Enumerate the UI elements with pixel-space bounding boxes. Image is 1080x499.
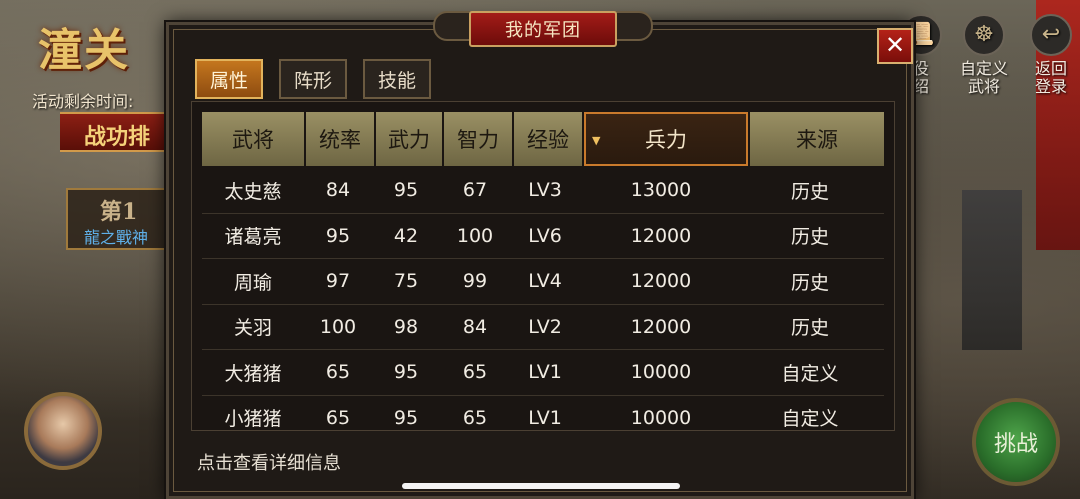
tab-formation[interactable]: 阵形	[279, 59, 347, 99]
close-button[interactable]: ✕	[877, 28, 913, 64]
sort-arrow-icon: ▼	[592, 134, 601, 147]
table-cell: 98	[393, 315, 419, 338]
table-cell: 周瑜	[233, 271, 272, 294]
watchtower	[962, 190, 1022, 350]
column-header-troops[interactable]: ▼ 兵力	[584, 112, 748, 166]
ribbon-label: 战功排	[84, 124, 151, 150]
event-timer: 活动剩余时间:	[32, 92, 134, 111]
table-cell: 12000	[630, 224, 692, 247]
table-cell: LV2	[528, 315, 562, 338]
dialog-title: 我的军团	[469, 11, 617, 47]
table-cell: 67	[462, 179, 488, 202]
table-cell: 65	[462, 406, 488, 429]
tab-bar: 属性 阵形 技能	[195, 59, 431, 99]
table-cell: 99	[462, 270, 488, 293]
top-button-return-login[interactable]: ↩ 返回 登录	[1030, 14, 1072, 96]
table-cell: 65	[325, 406, 351, 429]
column-header-source[interactable]: 来源	[750, 112, 884, 166]
table-cell: LV1	[528, 406, 562, 429]
table-cell: 10000	[630, 361, 692, 384]
table-cell: LV3	[528, 179, 562, 202]
table-cell: 诸葛亮	[224, 226, 282, 249]
table-cell: 太史慈	[224, 180, 282, 203]
column-header-command[interactable]: 统率	[306, 112, 374, 166]
top-button-label: 登录	[1034, 77, 1067, 96]
detail-hint: 点击查看详细信息	[197, 453, 341, 474]
my-legion-dialog: 我的军团 ✕ 属性 阵形 技能 武将 统率 武力 智力 经验 ▼ 兵力 来源 太…	[166, 11, 914, 499]
column-header-troops-label: 兵力	[645, 128, 687, 152]
table-cell: 历史	[790, 180, 829, 203]
table-cell: 12000	[630, 315, 692, 338]
top-button-label: 返回	[1034, 59, 1067, 78]
table-row[interactable]: 关羽 100 98 84 LV2 12000 历史	[202, 305, 884, 350]
table-cell: 84	[462, 315, 488, 338]
top-button-label: 自定义	[960, 59, 1009, 78]
column-header-intellect[interactable]: 智力	[444, 112, 512, 166]
top-button-custom-general[interactable]: ☸ 自定义 武将	[960, 14, 1008, 96]
table-cell: LV4	[528, 270, 562, 293]
rank-player-name: 龍之戰神	[84, 228, 149, 247]
table-cell: 关羽	[233, 317, 272, 340]
challenge-button[interactable]: 挑战	[972, 398, 1060, 486]
column-header-experience[interactable]: 经验	[514, 112, 582, 166]
table-row[interactable]: 周瑜 97 75 99 LV4 12000 历史	[202, 259, 884, 305]
table-cell: 自定义	[781, 408, 839, 431]
event-title: 潼关	[38, 25, 130, 76]
table-cell: 自定义	[781, 362, 839, 385]
table-row[interactable]: 大猪猪 65 95 65 LV1 10000 自定义	[202, 350, 884, 396]
tab-attributes[interactable]: 属性	[195, 59, 263, 99]
avatar[interactable]	[24, 392, 102, 470]
tab-skills[interactable]: 技能	[363, 59, 431, 99]
table-cell: 42	[393, 224, 419, 247]
column-header-general[interactable]: 武将	[202, 112, 304, 166]
home-indicator[interactable]	[402, 483, 680, 489]
table-cell: 小猪猪	[224, 408, 282, 431]
table-cell: 65	[325, 361, 351, 384]
table-cell: LV1	[528, 361, 562, 384]
top-button-label: 绍	[912, 77, 929, 96]
table-cell: 历史	[790, 271, 829, 294]
table-cell: 95	[393, 406, 419, 429]
custom-general-icon: ☸	[963, 14, 1005, 56]
table-cell: 13000	[630, 179, 692, 202]
table-cell: 12000	[630, 270, 692, 293]
table-body: 太史慈 84 95 67 LV3 13000 历史 诸葛亮 95 42 100 LV6 12000 历史周…	[202, 168, 884, 431]
table-header: 武将 统率 武力 智力 经验 ▼ 兵力 来源	[202, 112, 884, 166]
table-cell: 10000	[630, 406, 692, 429]
table-cell: 97	[325, 270, 351, 293]
top-button-label: 武将	[968, 77, 1001, 96]
column-header-force[interactable]: 武力	[376, 112, 442, 166]
table-row[interactable]: 太史慈 84 95 67 LV3 13000 历史	[202, 168, 884, 214]
return-arrow-icon: ↩	[1030, 14, 1072, 56]
table-cell: LV6	[528, 224, 562, 247]
table-cell: 大猪猪	[224, 362, 282, 385]
table-cell: 历史	[790, 226, 829, 249]
table-cell: 75	[393, 270, 419, 293]
generals-table: 武将 统率 武力 智力 经验 ▼ 兵力 来源 太史慈 84 95 67 LV3 13000…	[191, 101, 895, 431]
top-button-label: 役	[912, 59, 929, 78]
table-cell: 84	[325, 179, 351, 202]
table-cell: 95	[393, 361, 419, 384]
table-cell: 历史	[790, 317, 829, 340]
table-cell: 95	[325, 224, 351, 247]
table-row[interactable]: 小猪猪 65 95 65 LV1 10000 自定义	[202, 396, 884, 431]
table-cell: 65	[462, 361, 488, 384]
table-row[interactable]: 诸葛亮 95 42 100 LV6 12000 历史	[202, 214, 884, 259]
table-cell: 100	[456, 224, 494, 247]
table-cell: 100	[319, 315, 357, 338]
rank-number: 第1	[100, 199, 138, 225]
table-cell: 95	[393, 179, 419, 202]
